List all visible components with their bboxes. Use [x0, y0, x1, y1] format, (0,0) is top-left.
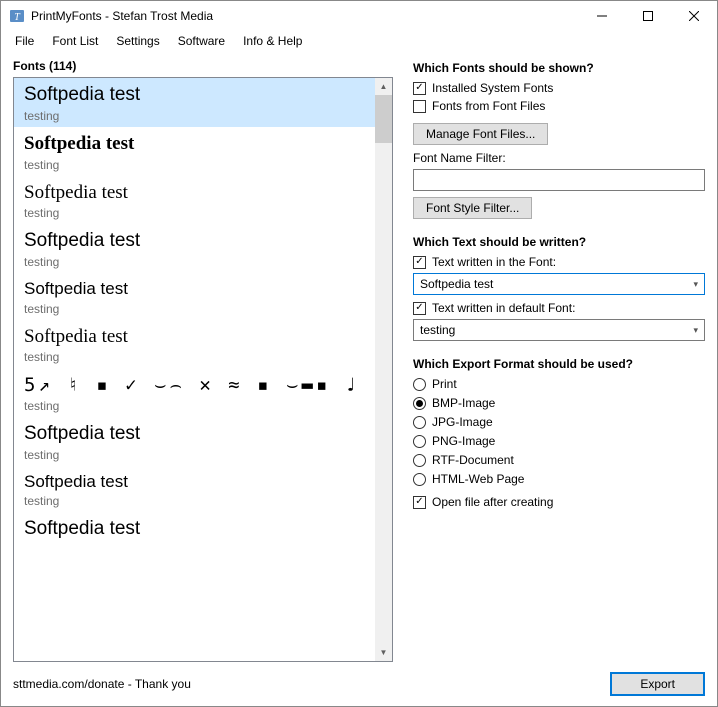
font-preview-sub: testing	[24, 302, 365, 316]
window-title: PrintMyFonts - Stefan Trost Media	[31, 9, 579, 23]
chevron-down-icon: ▾	[693, 325, 698, 336]
close-button[interactable]	[671, 1, 717, 31]
fonts-count-label: Fonts (114)	[13, 59, 393, 73]
font-preview-name: Softpedia test	[24, 133, 365, 156]
font-preview-name: Softpedia test	[24, 230, 365, 253]
font-list[interactable]: Softpedia testtestingSoftpedia testtesti…	[13, 77, 393, 662]
list-item[interactable]: Softpedia test testing	[14, 78, 375, 127]
combo-text-in-font[interactable]: Softpedia test ▾	[413, 273, 705, 295]
font-preview-name: 5↗ ♮ ▪ ✓ ⌣⌢ ✕ ≈ ▪ ⌣▬▪ ♩	[24, 374, 365, 397]
menubar: File Font List Settings Software Info & …	[1, 31, 717, 51]
minimize-button[interactable]	[579, 1, 625, 31]
label-text-default-font: Text written in default Font:	[432, 301, 575, 315]
section-text-written: Which Text should be written?	[413, 235, 705, 249]
font-preview-sub: testing	[24, 109, 365, 123]
radio-label: BMP-Image	[432, 396, 495, 410]
font-preview-name: Softpedia test	[24, 423, 365, 446]
list-item[interactable]: Softpedia test testing	[14, 127, 375, 176]
font-name-filter-label: Font Name Filter:	[413, 151, 705, 165]
section-export-format: Which Export Format should be used?	[413, 357, 705, 371]
label-font-files: Fonts from Font Files	[432, 99, 545, 113]
list-item[interactable]: Softpedia test testing	[14, 273, 375, 319]
radio-jpg-image[interactable]	[413, 416, 426, 429]
export-button[interactable]: Export	[610, 672, 705, 696]
radio-label: HTML-Web Page	[432, 472, 524, 486]
status-text: sttmedia.com/donate - Thank you	[13, 677, 191, 691]
scroll-thumb[interactable]	[375, 95, 392, 143]
font-preview-sub: testing	[24, 255, 365, 269]
list-item[interactable]: Softpedia test testing	[14, 466, 375, 512]
menu-software[interactable]: Software	[170, 32, 233, 50]
font-preview-sub: testing	[24, 350, 365, 364]
menu-settings[interactable]: Settings	[108, 32, 167, 50]
menu-fontlist[interactable]: Font List	[44, 32, 106, 50]
list-item[interactable]: Softpedia testtesting	[14, 320, 375, 369]
app-icon: T	[9, 8, 25, 24]
list-item[interactable]: Softpedia test testing	[14, 417, 375, 466]
combo-text-default-font[interactable]: testing ▾	[413, 319, 705, 341]
combo-text-in-font-value: Softpedia test	[420, 277, 493, 291]
checkbox-installed-fonts[interactable]: ✓	[413, 82, 426, 95]
label-open-after: Open file after creating	[432, 495, 553, 509]
maximize-button[interactable]	[625, 1, 671, 31]
font-preview-name: Softpedia test	[24, 279, 365, 299]
radio-rtf-document[interactable]	[413, 454, 426, 467]
label-text-in-font: Text written in the Font:	[432, 255, 556, 269]
menu-file[interactable]: File	[7, 32, 42, 50]
font-preview-name: Softpedia test	[24, 182, 365, 205]
list-item[interactable]: Softpedia test	[14, 512, 375, 545]
titlebar: T PrintMyFonts - Stefan Trost Media	[1, 1, 717, 31]
list-item[interactable]: 5↗ ♮ ▪ ✓ ⌣⌢ ✕ ≈ ▪ ⌣▬▪ ♩ testing	[14, 368, 375, 417]
font-preview-name: Softpedia test	[24, 472, 365, 492]
font-name-filter-input[interactable]	[413, 169, 705, 191]
font-preview-sub: testing	[24, 494, 365, 508]
scroll-down-button[interactable]: ▼	[375, 644, 392, 661]
checkbox-text-default-font[interactable]: ✓	[413, 302, 426, 315]
list-item[interactable]: Softpedia test testing	[14, 224, 375, 273]
radio-label: RTF-Document	[432, 453, 514, 467]
font-preview-sub: testing	[24, 448, 365, 462]
radio-print[interactable]	[413, 378, 426, 391]
font-preview-name: Softpedia test	[24, 326, 365, 349]
font-style-filter-button[interactable]: Font Style Filter...	[413, 197, 532, 219]
font-preview-name: Softpedia test	[24, 518, 365, 541]
scrollbar[interactable]: ▲ ▼	[375, 78, 392, 661]
section-fonts-shown: Which Fonts should be shown?	[413, 61, 705, 75]
radio-label: Print	[432, 377, 457, 391]
radio-label: PNG-Image	[432, 434, 495, 448]
scroll-up-button[interactable]: ▲	[375, 78, 392, 95]
font-preview-sub: testing	[24, 399, 365, 413]
checkbox-text-in-font[interactable]: ✓	[413, 256, 426, 269]
font-preview-sub: testing	[24, 206, 365, 220]
checkbox-font-files[interactable]	[413, 100, 426, 113]
radio-html-web-page[interactable]	[413, 473, 426, 486]
label-installed-fonts: Installed System Fonts	[432, 81, 553, 95]
checkbox-open-after[interactable]: ✓	[413, 496, 426, 509]
menu-info[interactable]: Info & Help	[235, 32, 310, 50]
radio-label: JPG-Image	[432, 415, 493, 429]
chevron-down-icon: ▾	[693, 279, 698, 290]
font-preview-name: Softpedia test	[24, 84, 365, 107]
radio-png-image[interactable]	[413, 435, 426, 448]
radio-bmp-image[interactable]	[413, 397, 426, 410]
manage-font-files-button[interactable]: Manage Font Files...	[413, 123, 548, 145]
combo-text-default-font-value: testing	[420, 323, 455, 337]
font-preview-sub: testing	[24, 158, 365, 172]
list-item[interactable]: Softpedia testtesting	[14, 176, 375, 225]
